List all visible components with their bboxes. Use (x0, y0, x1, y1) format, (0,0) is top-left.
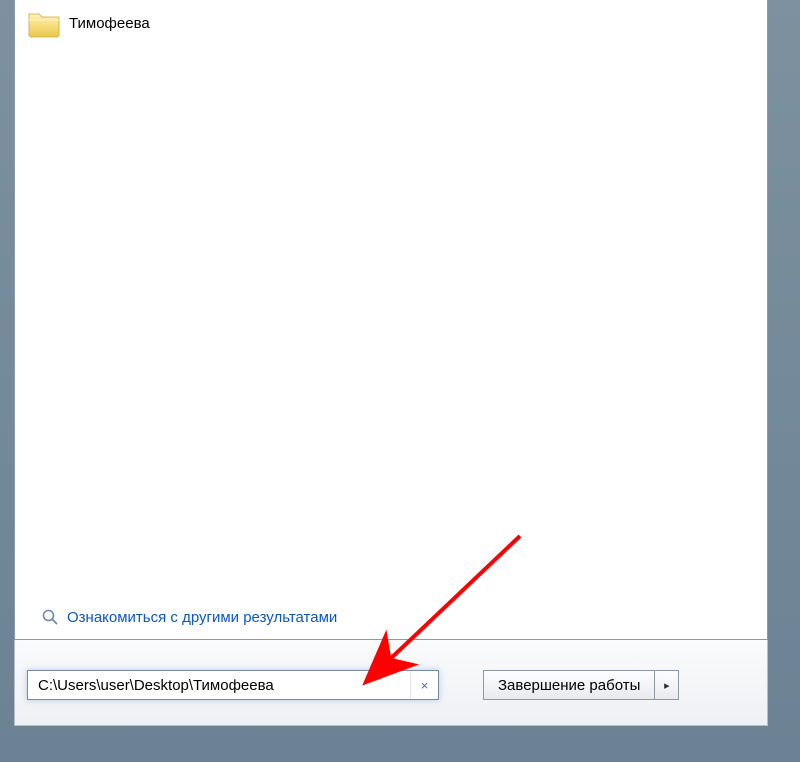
search-result-label: Тимофеева (69, 15, 150, 32)
see-more-results-row[interactable]: Ознакомиться с другими результатами (29, 598, 349, 636)
folder-icon (27, 8, 61, 38)
shutdown-menu-arrow[interactable]: ▸ (655, 670, 679, 700)
search-result-item[interactable]: Тимофеева (15, 0, 767, 46)
search-box[interactable]: × (27, 670, 439, 700)
search-icon (41, 608, 59, 626)
shutdown-split-button: Завершение работы ▸ (483, 670, 679, 700)
search-input[interactable] (28, 677, 410, 694)
start-menu-results-panel: Тимофеева Ознакомиться с другими результ… (14, 0, 768, 640)
shutdown-button[interactable]: Завершение работы (483, 670, 655, 700)
start-menu-bottom-bar: × Завершение работы ▸ (14, 640, 768, 726)
chevron-right-icon: ▸ (664, 679, 670, 692)
see-more-results-link[interactable]: Ознакомиться с другими результатами (67, 609, 337, 626)
clear-search-button[interactable]: × (410, 671, 438, 699)
